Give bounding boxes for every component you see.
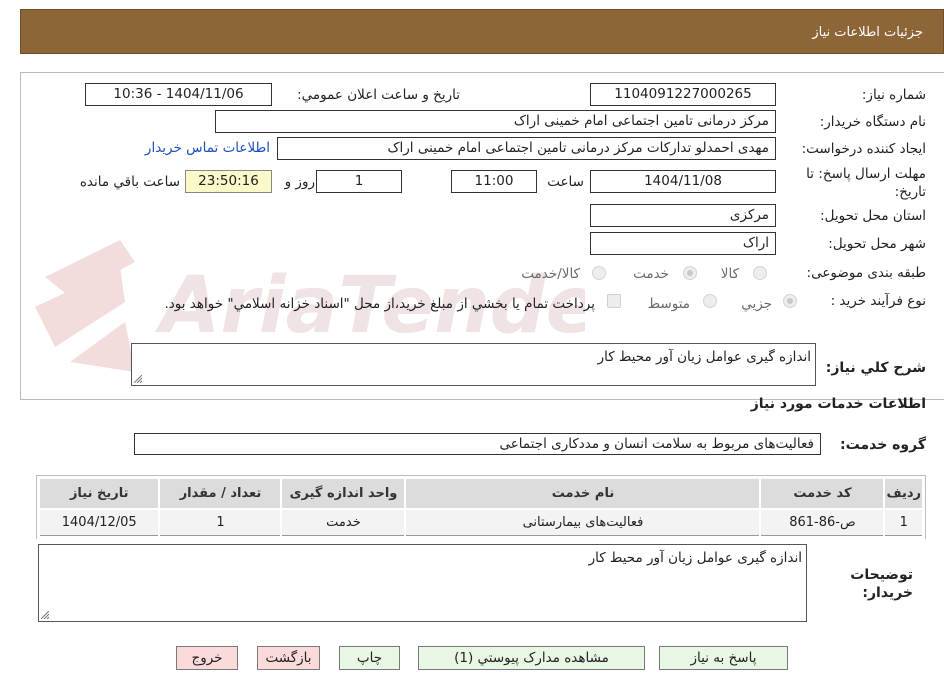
category-goods-service-label: کالا/خدمت: [521, 266, 580, 282]
process-minor-label: جزيي: [741, 296, 772, 312]
city-label: شهر محل تحويل:: [828, 236, 926, 252]
buyer-contact-link[interactable]: اطلاعات تماس خريدار: [145, 140, 270, 156]
buyer-notes-textarea[interactable]: اندازه گیری عوامل زیان آور محیط کار: [38, 544, 807, 622]
back-button[interactable]: بازگشت: [257, 646, 320, 670]
category-service-label: خدمت: [633, 266, 669, 282]
cell-quantity: 1: [158, 508, 283, 536]
category-goods-label: کالا: [720, 266, 739, 282]
description-label: شرح کلي نياز:: [825, 360, 926, 376]
description-text: اندازه گیری عوامل زیان آور محیط کار: [597, 349, 811, 365]
deadline-label-line2: تاريخ:: [894, 184, 926, 200]
buyer-org-label: نام دستگاه خريدار:: [819, 114, 926, 130]
cell-service-code: ص-86-861: [759, 508, 886, 536]
city-field: اراک: [590, 232, 776, 255]
page-title: جزئيات اطلاعات نياز: [812, 25, 923, 40]
treasury-payment-note: پرداخت تمام يا بخشي از مبلغ خريد،از محل …: [164, 296, 595, 312]
col-unit: واحد اندازه گيری: [280, 477, 407, 510]
exit-button[interactable]: خروج: [176, 646, 238, 670]
deadline-label-line1: مهلت ارسال پاسخ: تا: [806, 166, 926, 182]
cell-unit: خدمت: [280, 508, 407, 536]
announce-date-label: تاريخ و ساعت اعلان عمومي:: [297, 87, 460, 103]
description-textarea[interactable]: اندازه گیری عوامل زیان آور محیط کار: [131, 343, 816, 386]
resize-handle-icon[interactable]: [134, 375, 142, 383]
table-row: 1 ص-86-861 فعالیت‌های بیمارستانی خدمت 1 …: [37, 508, 924, 536]
services-table: رديف کد خدمت نام خدمت واحد اندازه گيری ت…: [37, 477, 924, 536]
cell-need-date: 1404/12/05: [37, 508, 161, 536]
days-remaining-field: 1: [316, 170, 402, 193]
process-type-label: نوع فرآيند خريد :: [830, 293, 926, 309]
category-goods-radio[interactable]: [753, 266, 767, 280]
cell-row-number: 1: [883, 508, 924, 536]
province-field: مرکزی: [590, 204, 776, 227]
col-need-date: تاريخ نياز: [37, 477, 161, 510]
category-goods-service-radio[interactable]: [592, 266, 606, 280]
cell-service-name: فعالیت‌های بیمارستانی: [404, 508, 762, 536]
table-header-row: رديف کد خدمت نام خدمت واحد اندازه گيری ت…: [37, 477, 924, 510]
requester-label: ايجاد کننده درخواست:: [801, 141, 926, 157]
process-minor-radio[interactable]: [783, 294, 797, 308]
remaining-time-field: 23:50:16: [185, 170, 272, 193]
col-quantity: تعداد / مقدار: [158, 477, 283, 510]
buyer-org-field: مرکز درمانی تامین اجتماعی امام خمینی ارا…: [215, 110, 776, 133]
announce-date-field: 1404/11/06 - 10:36: [85, 83, 272, 106]
category-service-radio[interactable]: [683, 266, 697, 280]
col-service-code: کد خدمت: [759, 477, 886, 510]
reply-button[interactable]: پاسخ به نياز: [659, 646, 788, 670]
requester-field: مهدی احمدلو تدارکات مرکز درمانی تامین اج…: [277, 137, 776, 160]
services-section-title: اطلاعات خدمات مورد نياز: [750, 396, 926, 412]
days-label: روز و: [284, 174, 315, 190]
province-label: استان محل تحويل:: [820, 208, 926, 224]
print-button[interactable]: چاپ: [339, 646, 400, 670]
deadline-time-field: 11:00: [451, 170, 537, 193]
page-header: جزئيات اطلاعات نياز: [20, 9, 944, 54]
service-group-field: فعاليت‌های مربوط به سلامت انسان و مددکار…: [134, 433, 821, 455]
process-medium-label: متوسط: [647, 296, 690, 312]
deadline-time-label: ساعت: [547, 174, 584, 190]
col-service-name: نام خدمت: [404, 477, 762, 510]
col-row-number: رديف: [883, 477, 924, 510]
resize-handle-icon[interactable]: [41, 611, 49, 619]
need-number-label: شماره نياز:: [861, 87, 926, 103]
attachments-button[interactable]: مشاهده مدارک پيوستي (1): [418, 646, 645, 670]
service-group-label: گروه خدمت:: [840, 437, 926, 453]
need-number-field: 1104091227000265: [590, 83, 776, 106]
buyer-notes-text: اندازه گیری عوامل زیان آور محیط کار: [588, 550, 802, 566]
process-medium-radio[interactable]: [703, 294, 717, 308]
deadline-date-field: 1404/11/08: [590, 170, 776, 193]
treasury-payment-checkbox[interactable]: [607, 294, 621, 308]
buyer-notes-label-line2: خريدار:: [862, 585, 913, 601]
buyer-notes-label-line1: توضيحات: [850, 567, 913, 583]
remaining-time-label: ساعت باقي مانده: [79, 174, 180, 190]
category-label: طبقه بندی موضوعی:: [806, 265, 926, 281]
